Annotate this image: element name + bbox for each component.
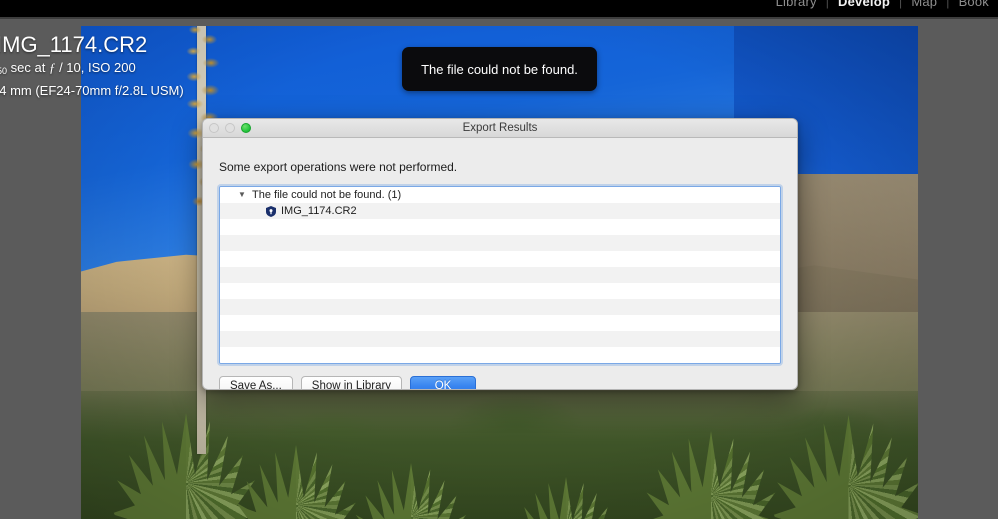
list-empty-row xyxy=(220,315,780,331)
module-item-map[interactable]: Map xyxy=(902,0,946,9)
error-toast-message: The file could not be found. xyxy=(421,61,578,77)
zoom-icon[interactable] xyxy=(241,123,251,133)
module-item-book[interactable]: Book xyxy=(950,0,998,9)
aperture-symbol: ƒ xyxy=(48,60,56,75)
ok-button[interactable]: OK xyxy=(410,376,477,389)
list-empty-row xyxy=(220,299,780,315)
list-empty-row xyxy=(220,283,780,299)
module-item-develop[interactable]: Develop xyxy=(829,0,899,9)
results-list[interactable]: ▼ The file could not be found. (1) IMG_1… xyxy=(219,186,781,364)
close-icon[interactable] xyxy=(209,123,219,133)
exposure-rest: sec at xyxy=(7,60,49,75)
traffic-lights xyxy=(209,119,251,137)
list-group-row[interactable]: ▼ The file could not be found. (1) xyxy=(220,187,780,203)
dialog-titlebar[interactable]: Export Results xyxy=(203,119,797,138)
exposure-fraction: 250 xyxy=(0,66,8,76)
export-results-dialog[interactable]: Export Results Some export operations we… xyxy=(202,118,798,390)
list-empty-row xyxy=(220,219,780,235)
chevron-down-icon[interactable]: ▼ xyxy=(238,191,248,199)
list-group-label: The file could not be found. (1) xyxy=(252,189,402,201)
module-nav: Library | Develop | Map | Book xyxy=(767,0,998,9)
minimize-icon[interactable] xyxy=(225,123,235,133)
dialog-footer: Save As... Show in Library OK xyxy=(203,364,797,389)
show-in-library-button[interactable]: Show in Library xyxy=(300,376,403,389)
dialog-message: Some export operations were not performe… xyxy=(219,160,458,174)
screen-root: Library | Develop | Map | Book IMG_1174.… xyxy=(0,0,998,519)
dialog-body: Some export operations were not performe… xyxy=(203,138,797,364)
list-empty-row xyxy=(220,267,780,283)
save-as-button[interactable]: Save As... xyxy=(219,376,293,389)
error-toast: The file could not be found. xyxy=(402,47,597,91)
list-empty-row xyxy=(220,251,780,267)
list-empty-row xyxy=(220,235,780,251)
module-bar: Library | Develop | Map | Book xyxy=(0,0,998,19)
list-item[interactable]: IMG_1174.CR2 xyxy=(220,203,780,219)
photo-badge-icon xyxy=(266,205,276,217)
list-empty-row xyxy=(220,331,780,347)
list-item-label: IMG_1174.CR2 xyxy=(281,205,357,217)
dialog-title: Export Results xyxy=(462,122,538,134)
module-item-library[interactable]: Library xyxy=(767,0,826,9)
list-empty-row xyxy=(220,347,780,363)
